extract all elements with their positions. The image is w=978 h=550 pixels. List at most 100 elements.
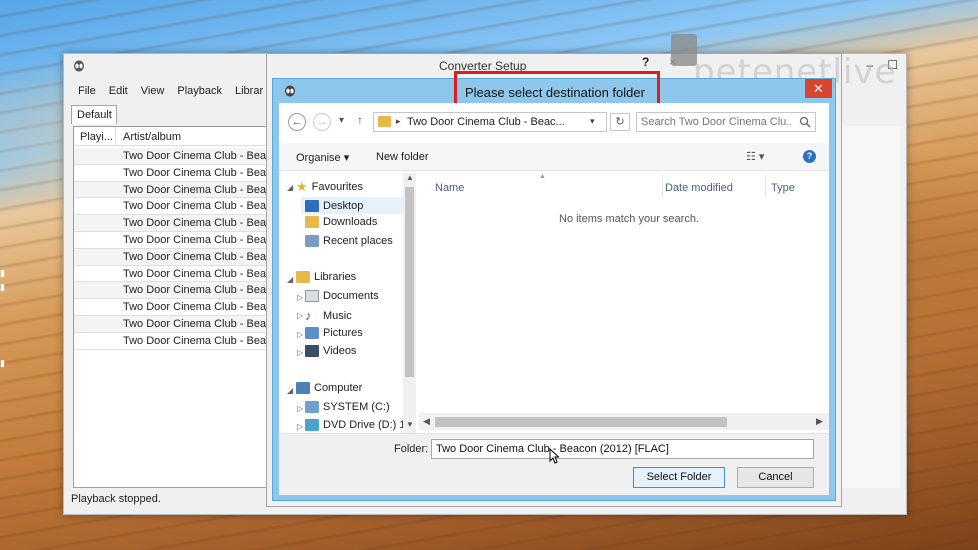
new-folder-button[interactable]: New folder <box>376 151 429 163</box>
nav-label: SYSTEM (C:) <box>323 401 390 413</box>
file-list-horizontal-scrollbar[interactable]: ◀ ▶ <box>419 413 829 430</box>
nav-downloads[interactable]: Downloads <box>305 216 377 228</box>
select-folder-button[interactable]: Select Folder <box>633 467 725 488</box>
table-row[interactable]: Two Door Cinema Club - Beaco <box>74 215 272 232</box>
scroll-up-icon[interactable]: ▲ <box>406 173 414 182</box>
status-bar-text: Playback stopped. <box>71 493 161 505</box>
nav-label: Music <box>323 309 352 322</box>
nav-documents[interactable]: Documents <box>305 290 379 302</box>
computer-icon <box>296 382 310 394</box>
column-name[interactable]: Name <box>435 182 464 194</box>
table-row[interactable]: Two Door Cinema Club - Beaco <box>74 248 272 266</box>
column-artist-album[interactable]: Artist/album <box>123 131 181 143</box>
row-text: Two Door Cinema Club - Beaco <box>123 217 273 230</box>
table-row[interactable]: Two Door Cinema Club - Beaco <box>74 198 272 216</box>
column-type[interactable]: Type <box>771 182 795 194</box>
row-text: Two Door Cinema Club - Beaco <box>123 183 273 196</box>
nav-favourites[interactable]: ★ Favourites <box>296 179 363 195</box>
organise-menu[interactable]: Organise ▾ <box>296 151 349 164</box>
nav-label: Pictures <box>323 327 363 339</box>
menu-library[interactable]: Librar <box>235 85 263 97</box>
collapse-arrow-icon[interactable]: ◢ <box>287 386 293 395</box>
nav-libraries[interactable]: Libraries <box>296 271 356 283</box>
table-row[interactable]: Two Door Cinema Club - Beaco <box>74 148 272 165</box>
collapse-arrow-icon[interactable]: ◢ <box>287 183 293 192</box>
table-row[interactable]: Two Door Cinema Club - Beaco <box>74 315 272 333</box>
row-text: Two Door Cinema Club - Beaco <box>123 166 273 179</box>
nav-music[interactable]: ♪ Music <box>305 308 352 323</box>
collapse-arrow-icon[interactable]: ◢ <box>287 275 293 284</box>
nav-label: Favourites <box>311 181 364 193</box>
help-icon[interactable]: ? <box>803 150 816 163</box>
scrollbar-thumb[interactable] <box>405 187 414 377</box>
table-row[interactable]: Two Door Cinema Club - Beaco <box>74 282 273 300</box>
folder-field[interactable] <box>431 439 814 459</box>
tab-default[interactable]: Default <box>71 105 117 124</box>
table-row[interactable]: Two Door Cinema Club - Beaco <box>74 266 272 283</box>
expand-arrow-icon[interactable]: ▷ <box>297 330 303 339</box>
row-text: Two Door Cinema Club - Beaco <box>123 267 273 280</box>
address-bar[interactable]: ▸ Two Door Cinema Club - Beac... ▾ <box>373 112 607 132</box>
nav-label: Documents <box>323 290 379 302</box>
nav-system-drive[interactable]: SYSTEM (C:) <box>305 401 390 413</box>
menu-edit[interactable]: Edit <box>109 85 128 97</box>
row-text: Two Door Cinema Club - Beaco <box>123 233 273 246</box>
table-row[interactable]: Two Door Cinema Club - Beaco <box>74 165 272 182</box>
nav-recent-places[interactable]: Recent places <box>305 235 393 247</box>
sort-caret-icon: ▲ <box>539 173 546 180</box>
nav-videos[interactable]: Videos <box>305 345 356 357</box>
search-icon[interactable] <box>799 116 811 128</box>
search-box[interactable] <box>636 112 816 132</box>
desktop-icon-fragment-3[interactable]: ▮ <box>0 358 12 368</box>
column-separator <box>115 127 116 146</box>
refresh-button[interactable]: ↻ <box>610 113 630 131</box>
nav-desktop[interactable]: Desktop <box>301 197 405 214</box>
forward-button[interactable]: → <box>313 113 331 131</box>
nav-computer[interactable]: Computer <box>296 382 362 394</box>
row-text: Two Door Cinema Club - Beaco <box>123 284 273 297</box>
menu-view[interactable]: View <box>141 85 165 97</box>
help-button[interactable]: ? <box>642 55 649 69</box>
expand-arrow-icon[interactable]: ▷ <box>297 348 303 357</box>
nav-dvd-drive[interactable]: DVD Drive (D:) 15 <box>305 419 412 431</box>
expand-arrow-icon[interactable]: ▷ <box>297 293 303 302</box>
column-date-modified[interactable]: Date modified <box>665 182 733 194</box>
dialog-close-button[interactable]: ✕ <box>805 79 832 98</box>
up-button[interactable]: ↑ <box>357 113 363 127</box>
nav-label: Downloads <box>323 216 378 228</box>
desktop-icon-fragment[interactable]: ▮ <box>0 268 12 278</box>
column-playing[interactable]: Playi... <box>80 131 113 143</box>
cancel-button[interactable]: Cancel <box>737 467 814 488</box>
downloads-icon <box>305 216 319 228</box>
address-path: Two Door Cinema Club - Beac... <box>407 116 565 128</box>
search-input[interactable] <box>641 115 791 129</box>
menu-playback[interactable]: Playback <box>177 85 222 97</box>
address-dropdown-icon[interactable]: ▾ <box>590 116 595 127</box>
file-list-pane: ▲ Name Date modified Type No items match… <box>419 171 829 433</box>
breadcrumb-arrow-icon[interactable]: ▸ <box>396 116 401 127</box>
menu-file[interactable]: File <box>78 85 96 97</box>
table-row[interactable]: Two Door Cinema Club - Beaco <box>74 181 273 199</box>
expand-arrow-icon[interactable]: ▷ <box>297 422 303 431</box>
scroll-down-icon[interactable]: ▼ <box>406 420 414 429</box>
nav-pictures[interactable]: Pictures <box>305 327 363 339</box>
table-row[interactable]: Two Door Cinema Club - Beaco <box>74 232 272 249</box>
select-folder-dialog: Please select destination folder ✕ ← → ▾… <box>272 71 836 501</box>
music-icon: ♪ <box>305 308 312 323</box>
column-separator[interactable] <box>765 175 766 197</box>
expand-arrow-icon[interactable]: ▷ <box>297 311 303 320</box>
desktop-icon-fragment-2[interactable]: ▮ <box>0 282 12 292</box>
table-row[interactable]: Two Door Cinema Club - Beaco <box>74 333 272 350</box>
scrollbar-thumb[interactable] <box>435 417 727 427</box>
table-row[interactable]: Two Door Cinema Club - Beaco <box>74 299 272 316</box>
back-button[interactable]: ← <box>288 113 306 131</box>
navigation-scrollbar[interactable]: ▲ ▼ <box>403 173 416 433</box>
menubar: File Edit View Playback Librar <box>78 85 263 97</box>
view-options-icon[interactable]: ☷ ▾ <box>746 150 764 163</box>
expand-arrow-icon[interactable]: ▷ <box>297 404 303 413</box>
playlist-view: Playi... Artist/album Two Door Cinema Cl… <box>73 126 273 488</box>
scroll-left-icon[interactable]: ◀ <box>423 416 430 427</box>
column-separator[interactable] <box>662 175 663 197</box>
recent-locations-dropdown[interactable]: ▾ <box>339 115 344 126</box>
scroll-right-icon[interactable]: ▶ <box>816 416 823 427</box>
